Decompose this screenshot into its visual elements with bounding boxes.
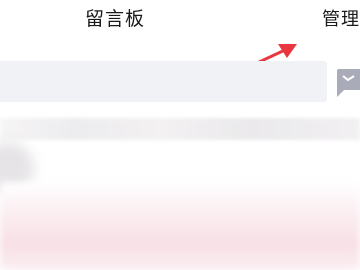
blurred-text-line [0, 118, 360, 140]
manage-button[interactable]: 管理 [322, 7, 360, 33]
search-input[interactable] [0, 61, 327, 102]
message-card [0, 182, 360, 270]
message-icon[interactable] [336, 68, 360, 98]
message-list [0, 112, 360, 270]
nav-bar: 留言板 管理 [0, 0, 360, 44]
page-title: 留言板 [85, 8, 146, 30]
